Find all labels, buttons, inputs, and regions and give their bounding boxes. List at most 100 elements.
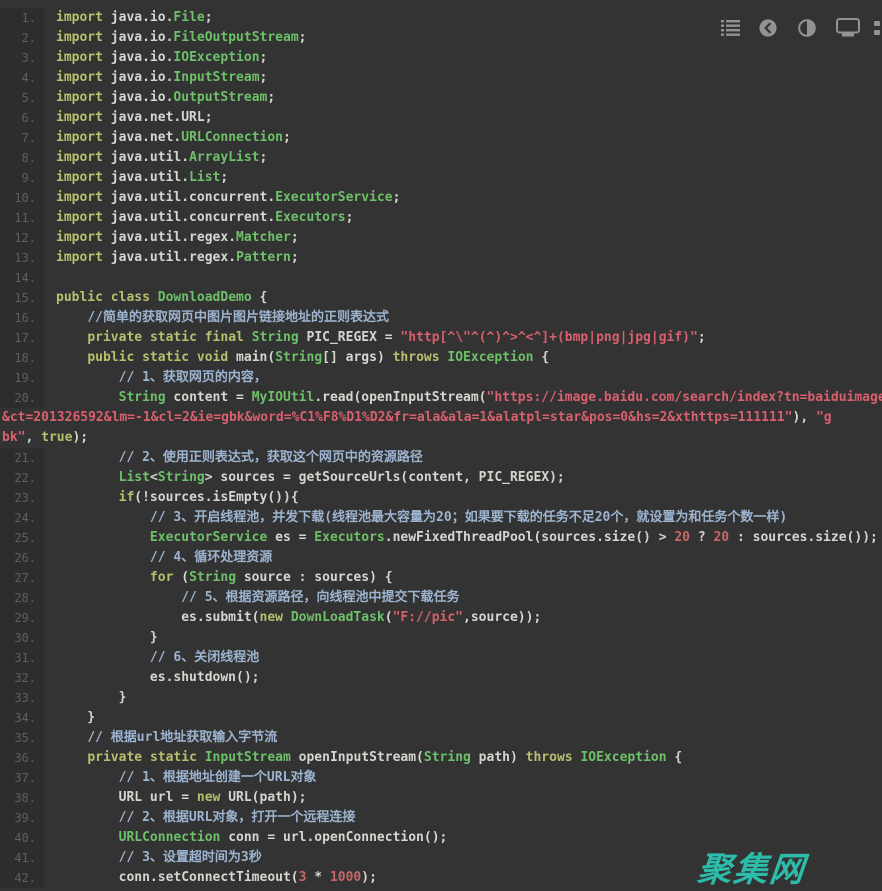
code-segment: File [173,10,204,25]
code-text: // 2、使用正则表达式，获取这个网页中的资源路径 [44,450,423,465]
code-text: // 1、根据地址创建一个URL对象 [44,770,316,785]
code-segment: String [424,750,471,765]
code-text: ExecutorService es = Executors.newFixedT… [44,530,878,545]
code-segment: "http[^\"^(^)^>^<^]+(bmp|png|jpg|gif)" [400,330,697,345]
code-segment: // 5、根据资源路径，向线程池中提交下载任务 [181,590,459,605]
code-segment: ; [205,10,213,25]
code-text: if(!sources.isEmpty()){ [44,490,299,505]
code-segment: import [56,170,103,185]
line-number: 1. [0,8,44,28]
back-circle-icon[interactable] [759,19,777,41]
code-line: 20. String content = MyIOUtil.read(openI… [0,388,882,408]
code-segment [56,590,181,605]
code-segment: // 2、根据URL对象，打开一个远程连接 [119,810,356,825]
code-segment: static [142,350,189,365]
code-line: 19. // 1、获取网页的内容， [0,368,882,388]
code-line: 5.import java.io.OutputStream; [0,88,882,108]
code-line: 15.public class DownloadDemo { [0,288,882,308]
code-line: 22. List<String> sources = getSourceUrls… [0,468,882,488]
overflow-icon[interactable] [874,20,882,40]
code-segment [56,850,119,865]
code-segment [150,290,158,305]
code-line: 28. // 5、根据资源路径，向线程池中提交下载任务 [0,588,882,608]
code-segment: java.net. [103,130,181,145]
code-line: 37. // 1、根据地址创建一个URL对象 [0,768,882,788]
code-segment [56,530,150,545]
code-segment: IOException [447,350,533,365]
line-number: 28. [0,588,44,608]
code-line: 3.import java.io.IOException; [0,48,882,68]
code-text: import java.util.regex.Pattern; [44,250,299,265]
code-segment [56,550,150,565]
code-segment: import [56,130,103,145]
code-segment: java.util.regex. [103,250,236,265]
code-segment: // 1、获取网页的内容， [119,370,267,385]
code-segment: ; [291,250,299,265]
code-segment: main( [228,350,275,365]
line-number: 36. [0,748,44,768]
code-text: // 4、循环处理资源 [44,550,272,565]
code-segment [56,490,119,505]
code-text: private static InputStream openInputStre… [44,750,682,765]
code-line: 21. // 2、使用正则表达式，获取这个网页中的资源路径 [0,448,882,468]
code-text: for (String source : sources) { [44,570,393,585]
code-line: 13.import java.util.regex.Pattern; [0,248,882,268]
code-segment: String [119,390,166,405]
code-text: import java.util.ArrayList; [44,150,267,165]
code-segment: List [119,470,150,485]
code-text: es.submit(new DownLoadTask("F://pic",sou… [44,610,541,625]
code-text: &ct=201326592&lm=-1&cl=2&ie=gbk&word=%C1… [0,410,832,425]
line-number: 32. [0,668,44,688]
code-segment: Matcher [236,230,291,245]
code-segment: // 1、根据地址创建一个URL对象 [119,770,317,785]
code-text: import java.io.OutputStream; [44,90,275,105]
code-segment: // 根据url地址获取输入字节流 [87,730,277,745]
code-segment: MyIOUtil [252,390,315,405]
code-text: import java.util.concurrent.Executors; [44,210,353,225]
code-segment [56,370,119,385]
code-segment: path) [471,750,526,765]
code-segment [283,610,291,625]
line-number: 41. [0,848,44,868]
code-segment: // 2、使用正则表达式，获取这个网页中的资源路径 [119,450,423,465]
code-line: 14. [0,268,882,288]
line-number: 40. [0,828,44,848]
code-segment: String [275,350,322,365]
display-icon[interactable] [836,18,860,41]
code-line: 36. private static InputStream openInput… [0,748,882,768]
contrast-icon[interactable] [798,19,816,41]
line-number: 37. [0,768,44,788]
code-segment: class [111,290,150,305]
code-segment: // 4、循环处理资源 [150,550,272,565]
line-number: 18. [0,348,44,368]
code-segment: .newFixedThreadPool(sources.size() > [385,530,675,545]
code-segment: es.shutdown(); [56,670,260,685]
code-line-continuation: &ct=201326592&lm=-1&cl=2&ie=gbk&word=%C1… [0,408,882,428]
line-number: 33. [0,688,44,708]
code-segment: throws [393,350,440,365]
code-segment [56,470,119,485]
code-segment [56,450,119,465]
code-segment [56,510,150,525]
code-segment [197,330,205,345]
code-segment: java.net.URL; [103,110,213,125]
line-number: 26. [0,548,44,568]
code-segment: ArrayList [189,150,259,165]
code-segment: import [56,10,103,25]
code-segment: ; [260,150,268,165]
code-segment: > sources = getSourceUrls(content, PIC_R… [205,470,565,485]
code-segment: "https://image.baidu.com/search/index?tn… [487,390,882,405]
code-segment: URL url = [56,790,197,805]
code-segment: "g [816,410,832,425]
list-icon[interactable] [721,20,740,40]
code-area: 1.import java.io.File;2.import java.io.F… [0,8,882,888]
code-segment [56,350,87,365]
code-line: 29. es.submit(new DownLoadTask("F://pic"… [0,608,882,628]
code-line: 24. // 3、开启线程池，并发下载(线程池最大容量为20；如果要下载的任务不… [0,508,882,528]
code-segment: content = [166,390,252,405]
code-segment: private [87,330,142,345]
code-segment: source : sources) { [236,570,393,585]
code-line: 4.import java.io.InputStream; [0,68,882,88]
code-text: } [44,630,158,645]
code-segment: java.io. [103,10,173,25]
